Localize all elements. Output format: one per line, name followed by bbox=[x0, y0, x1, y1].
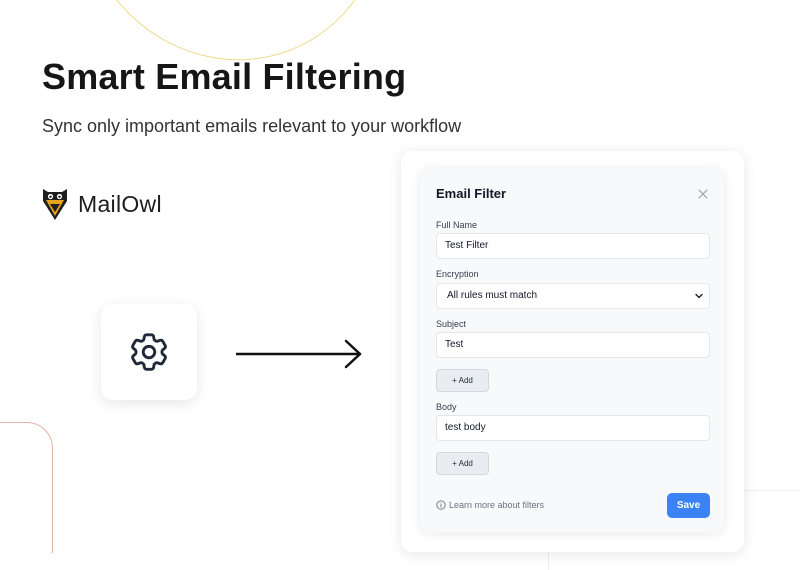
page-title: Smart Email Filtering bbox=[42, 56, 407, 97]
body-field[interactable]: test body bbox=[436, 415, 710, 441]
subject-add-button[interactable]: + Add bbox=[436, 369, 489, 392]
learn-more-text: Learn more about filters bbox=[449, 500, 545, 510]
encryption-selected-value: All rules must match bbox=[447, 290, 538, 301]
learn-more-link[interactable]: Learn more about filters bbox=[436, 500, 544, 510]
close-icon[interactable] bbox=[696, 187, 710, 201]
encryption-select[interactable]: All rules must match bbox=[436, 283, 710, 309]
chevron-down-icon bbox=[695, 293, 703, 299]
full-name-field[interactable]: Test Filter bbox=[436, 233, 710, 259]
subject-field[interactable]: Test bbox=[436, 332, 710, 358]
body-add-button[interactable]: + Add bbox=[436, 452, 489, 475]
subject-label: Subject bbox=[436, 319, 467, 329]
gear-icon bbox=[131, 333, 167, 371]
full-name-label: Full Name bbox=[436, 220, 478, 230]
brand: MailOwl bbox=[42, 187, 162, 221]
owl-logo-icon bbox=[43, 189, 67, 220]
body-label: Body bbox=[436, 402, 457, 412]
info-icon bbox=[436, 500, 446, 510]
decorative-line bbox=[742, 490, 800, 491]
dialog-title: Email Filter bbox=[436, 186, 507, 201]
encryption-label: Encryption bbox=[436, 269, 479, 279]
save-button[interactable]: Save bbox=[667, 493, 710, 518]
settings-card bbox=[101, 304, 197, 400]
arrow-right-icon bbox=[236, 339, 362, 369]
page-subtitle: Sync only important emails relevant to y… bbox=[42, 116, 462, 136]
page: Smart Email Filtering Sync only importan… bbox=[0, 0, 800, 570]
decorative-arc-red bbox=[0, 422, 53, 553]
brand-name: MailOwl bbox=[78, 190, 162, 217]
email-filter-dialog: Email Filter Full Name Test Filter Encry… bbox=[420, 168, 724, 533]
